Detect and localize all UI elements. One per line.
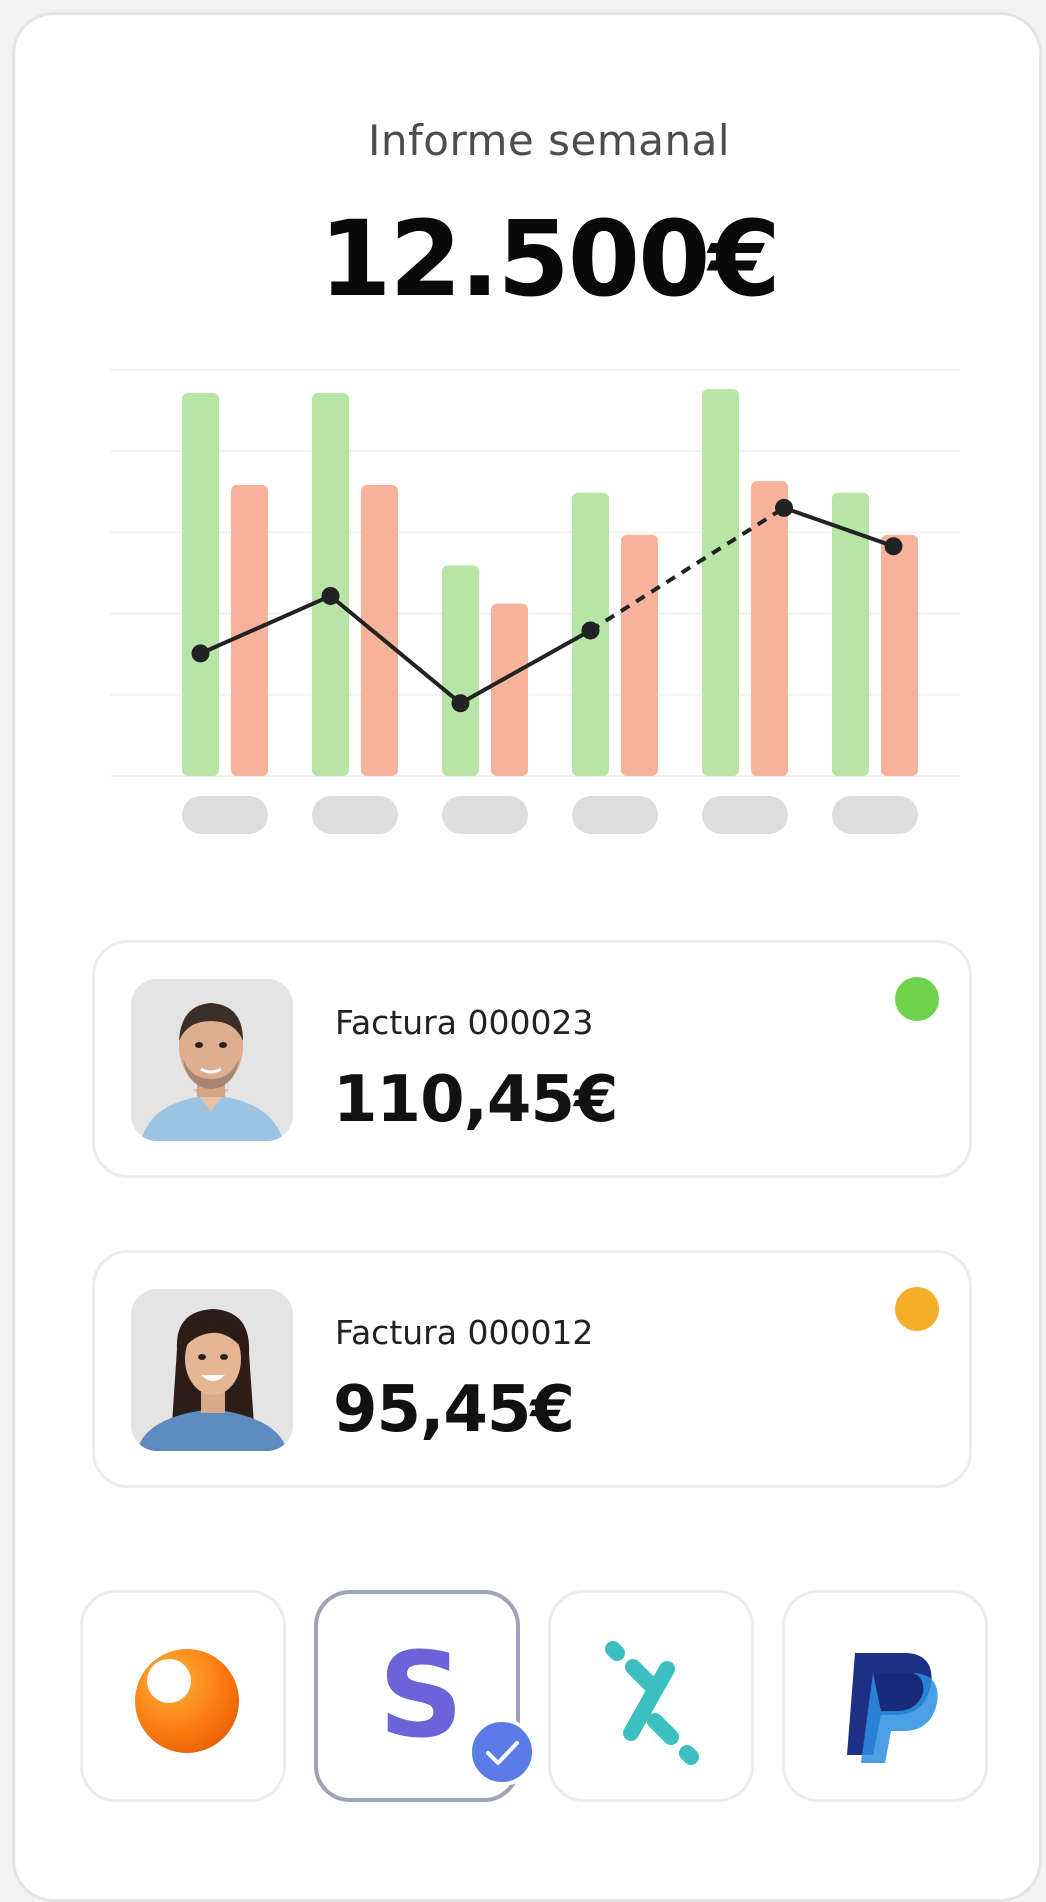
line-point [775,498,793,517]
line-point [191,644,210,663]
tick-label-placeholder [182,796,268,834]
bar-series-1 [702,389,739,776]
invoice-label: Factura 000012 [335,1313,594,1352]
bar-series-1 [182,392,219,776]
bar-series-2 [361,484,398,776]
invoice-amount: 95,45€ [333,1373,575,1447]
status-dot-orange [895,1287,939,1331]
man-avatar [131,979,293,1141]
line-point [581,621,600,640]
bar-series-2 [751,481,788,776]
invoice-card[interactable]: Factura 000023 110,45€ [92,940,972,1178]
tick-label-placeholder [702,796,788,834]
tick-label-placeholder [572,796,658,834]
invoice-label: Factura 000023 [335,1003,594,1042]
line-point [321,586,340,605]
line-point [451,694,470,713]
tick-label-placeholder [312,796,398,834]
selected-check-icon [468,1718,536,1786]
bar-series-1 [312,392,349,776]
weekly-chart [110,369,960,834]
paypal-logo-icon [847,1653,938,1763]
status-dot-green [895,977,939,1021]
bar-series-2 [621,534,658,776]
tick-label-placeholder [442,796,528,834]
invoice-card[interactable]: Factura 000012 95,45€ [92,1250,972,1488]
bar-series-2 [881,534,918,776]
percent-logo-icon [605,1641,699,1765]
payment-method-orange[interactable] [80,1590,286,1802]
bar-series-1 [442,565,479,776]
payment-method-percent[interactable] [548,1590,754,1802]
woman-avatar [131,1289,293,1451]
svg-text:S: S [379,1626,464,1764]
payment-method-paypal[interactable] [782,1590,988,1802]
bar-series-2 [491,603,528,776]
orange-sphere-logo-icon [135,1649,239,1753]
tick-label-placeholder [832,796,918,834]
invoice-amount: 110,45€ [333,1063,618,1137]
line-point [884,537,903,556]
